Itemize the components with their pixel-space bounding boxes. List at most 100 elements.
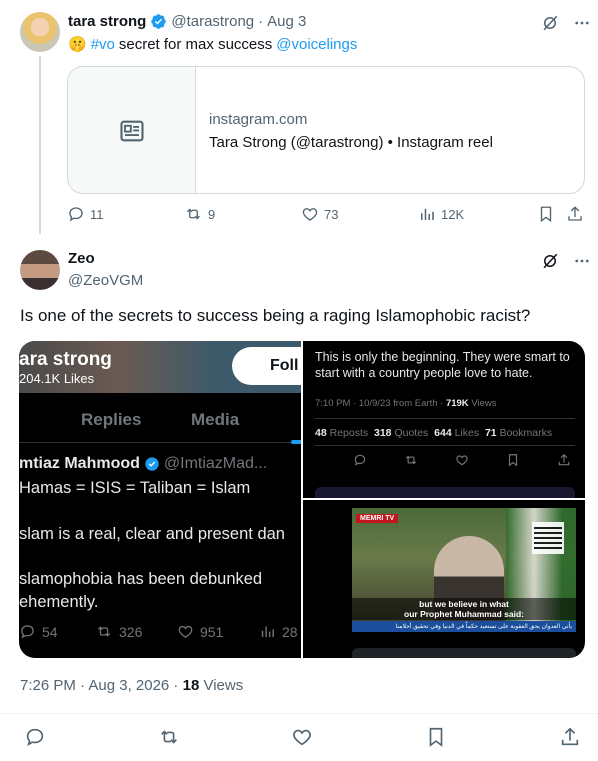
- verified-badge-icon: [145, 457, 159, 471]
- stat-likes-count: 644: [434, 427, 452, 439]
- repost-icon: [97, 626, 111, 637]
- embedded-author: mtiaz Mahmood @ImtiazMad...: [19, 455, 267, 473]
- like-icon: [456, 455, 468, 466]
- embedded-reply-count: 54: [42, 623, 58, 640]
- divider: [0, 713, 598, 714]
- embedded-views: 28: [259, 623, 298, 640]
- embedded-reply: 54: [19, 623, 58, 640]
- video-frame: MEMRI TV but we believe in what our Prop…: [352, 508, 576, 632]
- media-screenshot-quote[interactable]: This is only the beginning. They were sm…: [303, 341, 585, 498]
- embedded-action-bar: 54 326 951 28: [19, 623, 301, 643]
- share-icon[interactable]: [559, 726, 581, 748]
- stat-reposts-label: Reposts: [329, 427, 369, 439]
- thread-line: [39, 56, 41, 234]
- reply-count: 11: [90, 206, 104, 222]
- repost-icon[interactable]: [158, 726, 180, 748]
- stat-bookmarks-label: Bookmarks: [499, 427, 553, 439]
- follow-button: Foll: [232, 347, 301, 385]
- embedded-repost: 326: [95, 623, 142, 640]
- media-grid: ara strong 204.1K Likes Foll Replies Med…: [19, 341, 585, 658]
- share-button[interactable]: [566, 205, 584, 223]
- more-icon[interactable]: [573, 14, 591, 32]
- embedded-text-line: ehemently.: [19, 593, 99, 611]
- avatar-zeo[interactable]: [20, 250, 60, 290]
- more-icon[interactable]: [573, 252, 591, 270]
- bookmark-button[interactable]: [537, 205, 555, 223]
- reply-views-label: Views: [203, 677, 244, 694]
- video-subtitle: but we believe in what our Prophet Muham…: [352, 598, 576, 620]
- stat-bookmarks-count: 71: [484, 427, 497, 439]
- reply-button[interactable]: 11: [67, 205, 104, 223]
- hashtag-link[interactable]: #vo: [91, 36, 115, 53]
- grok-icon[interactable]: [541, 252, 559, 270]
- subtitle-line-1: but we believe in what: [419, 599, 509, 609]
- reply-handle[interactable]: @ZeoVGM: [68, 272, 143, 289]
- author-display-name[interactable]: tara strong: [68, 13, 146, 30]
- bookmark-icon[interactable]: [425, 726, 447, 748]
- reply-icon[interactable]: [24, 726, 46, 748]
- embedded-author-handle: @ImtiazMad...: [163, 455, 268, 472]
- stat-quotes-label: Quotes: [394, 427, 429, 439]
- card-domain: instagram.com: [209, 111, 308, 128]
- repost-button[interactable]: 9: [184, 205, 215, 223]
- like-icon: [302, 208, 318, 221]
- views-count: 12K: [441, 206, 465, 222]
- reply-top-icons: [541, 252, 591, 270]
- reply-icon: [354, 454, 366, 466]
- card-title: Tara Strong (@tarastrong) • Instagram re…: [209, 134, 493, 151]
- timestamp-text[interactable]: 7:26 PM · Aug 3, 2026 ·: [20, 677, 178, 694]
- reply-timestamp: 7:26 PM · Aug 3, 2026 · 18 Views: [20, 677, 243, 694]
- grok-icon[interactable]: [541, 14, 559, 32]
- bookmark-icon: [540, 206, 552, 223]
- tab-replies: Replies: [81, 410, 142, 429]
- reply-action-bar: [0, 725, 598, 749]
- media-screenshot-profile[interactable]: ara strong 204.1K Likes Foll Replies Med…: [19, 341, 301, 658]
- like-icon[interactable]: [291, 726, 313, 748]
- share-icon: [558, 453, 570, 466]
- reply-display-name[interactable]: Zeo: [68, 250, 95, 267]
- tweet-date[interactable]: Aug 3: [267, 13, 306, 30]
- verified-badge-icon: [151, 14, 167, 29]
- parent-action-bar: 11 9 73 12K: [67, 205, 585, 229]
- reply-views-count: 18: [182, 677, 200, 694]
- like-button[interactable]: 73: [301, 205, 338, 223]
- emoji-shushing: 🤫: [68, 36, 87, 53]
- article-icon: [119, 120, 144, 142]
- embedded-text-line: slam is a real, clear and present dan: [19, 525, 285, 543]
- subtitle-line-2: our Prophet Muhammad said:: [404, 609, 524, 619]
- divider: [315, 445, 575, 446]
- repost-count: 9: [208, 206, 216, 222]
- views-icon: [421, 208, 434, 220]
- bookmark-icon: [508, 454, 518, 467]
- tab-indicator: [291, 440, 301, 444]
- profile-name: ara strong: [19, 349, 112, 370]
- stat-quotes-count: 318: [373, 427, 392, 439]
- reply-tweet-text: Is one of the secrets to success being a…: [20, 306, 531, 325]
- parent-top-icons: [541, 14, 591, 32]
- next-post-edge: [315, 487, 575, 498]
- tweet-text-middle: secret for max success: [118, 35, 273, 53]
- channel-logo: MEMRI TV: [356, 514, 399, 523]
- like-count: 73: [324, 206, 339, 222]
- views-icon: [261, 626, 274, 638]
- embedded-like-count: 951: [200, 623, 224, 640]
- parent-tweet-text: 🤫 #vo secret for max success @voicelings: [68, 35, 357, 54]
- embedded-repost-count: 326: [119, 623, 143, 640]
- author-handle[interactable]: @tarastrong: [171, 13, 254, 30]
- mention-link[interactable]: @voicelings: [276, 36, 357, 53]
- quoted-text: This is only the beginning. They were sm…: [315, 350, 570, 380]
- views-button[interactable]: 12K: [418, 205, 464, 223]
- divider: [315, 418, 575, 419]
- profile-tabs: Replies Media: [19, 393, 301, 444]
- quoted-action-icons: [303, 453, 585, 467]
- avatar-tara-strong[interactable]: [20, 12, 60, 52]
- parent-tweet-header: tara strong @tarastrong · Aug 3: [68, 13, 306, 30]
- like-icon: [178, 625, 193, 638]
- repost-icon: [187, 208, 200, 220]
- dot-separator: ·: [258, 13, 264, 30]
- media-screenshot-video[interactable]: MEMRI TV but we believe in what our Prop…: [303, 500, 585, 658]
- link-preview-card[interactable]: instagram.com Tara Strong (@tarastrong) …: [67, 66, 585, 194]
- news-ticker: يأتي العدوان يحق العقوبة على تستعيد حكما…: [352, 621, 576, 632]
- embedded-text-line: slamophobia has been debunked: [19, 570, 263, 588]
- repost-icon: [405, 455, 417, 465]
